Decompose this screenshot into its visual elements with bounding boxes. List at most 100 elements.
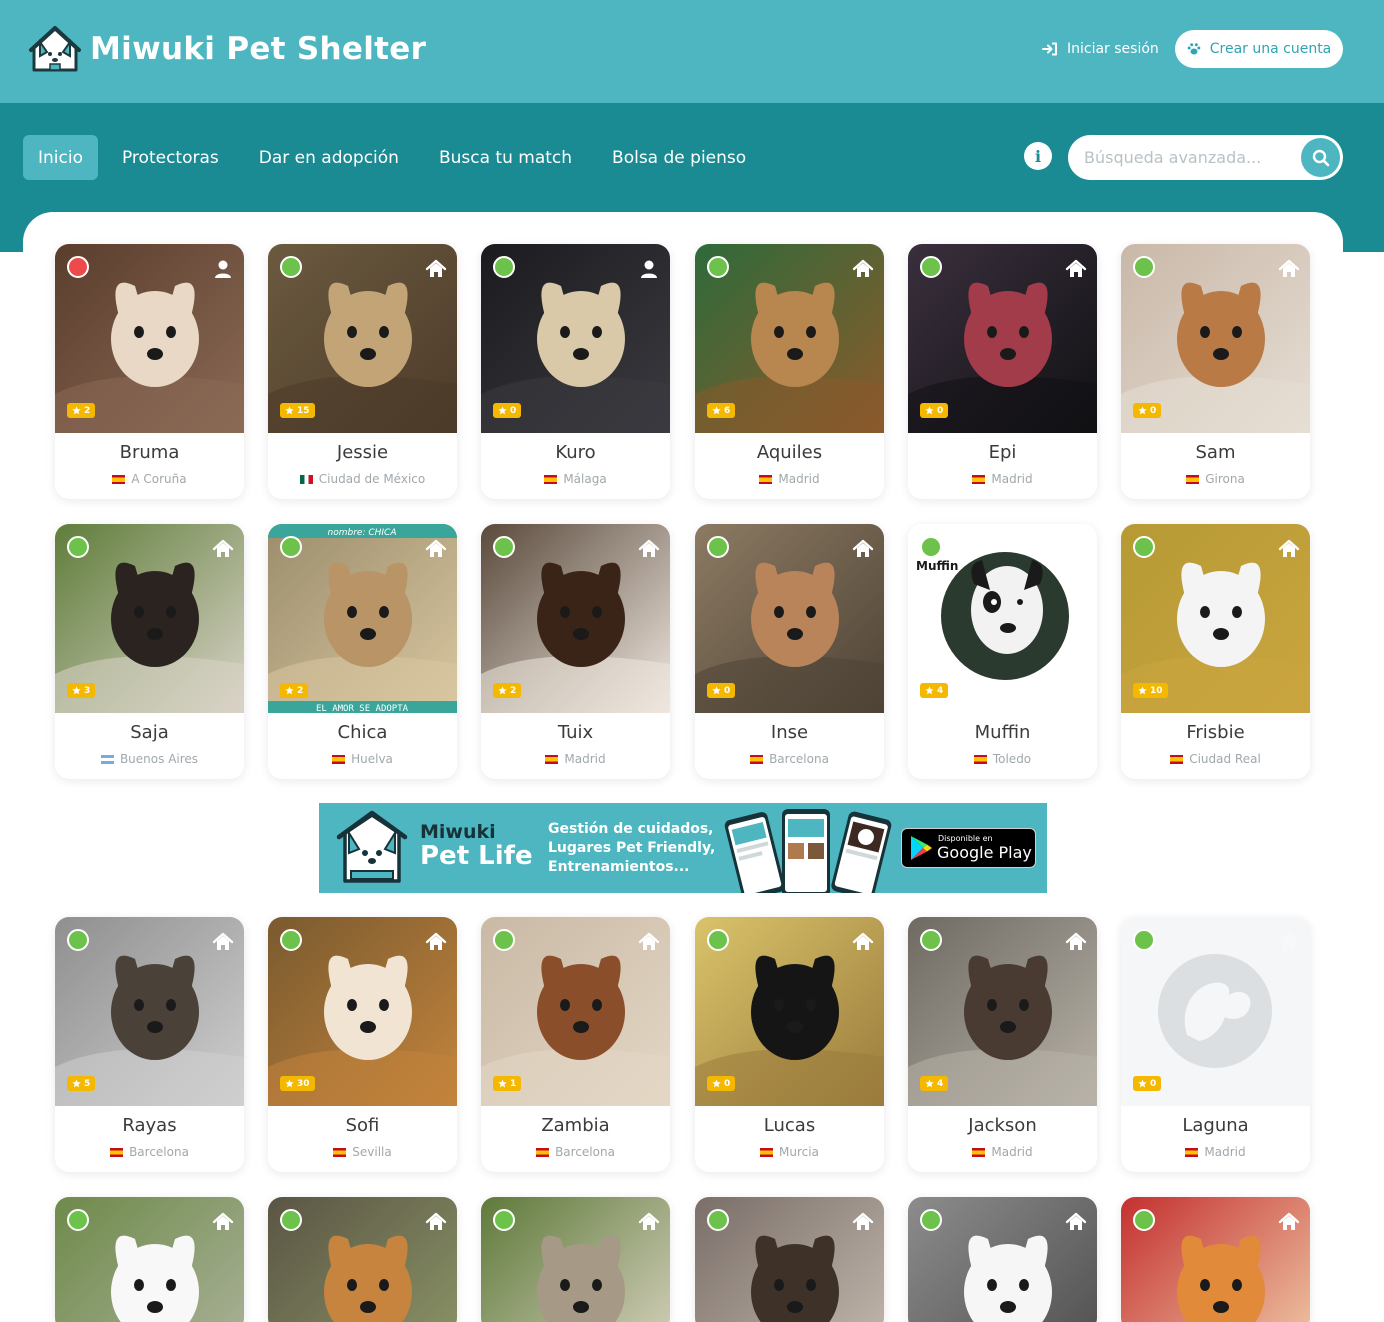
pet-card[interactable]: 5 Rayas Barcelona (55, 917, 244, 1172)
flag-icon (1170, 754, 1184, 764)
listing-type-indicator (212, 538, 234, 560)
pet-life-app-banner[interactable]: Miwuki Pet Life Gestión de cuidados, Lug… (319, 803, 1047, 893)
pet-location: Madrid (908, 1145, 1097, 1159)
home-icon (852, 259, 874, 277)
status-badge (280, 256, 302, 278)
star-icon (925, 406, 934, 415)
pet-life-logo-icon (336, 810, 408, 883)
status-badge (67, 1209, 89, 1231)
favorites-badge: 30 (280, 1076, 315, 1091)
pet-location: Barcelona (695, 752, 884, 766)
location-label: Ciudad Real (1189, 752, 1261, 766)
favorites-badge: 1 (493, 1076, 522, 1091)
flag-icon (332, 754, 346, 764)
pet-card[interactable]: 0 Sam Girona (1121, 244, 1310, 499)
favorites-count: 0 (724, 1078, 731, 1089)
brand-logo[interactable]: Miwuki Pet Shelter (28, 24, 426, 74)
signup-button[interactable]: Crear una cuenta (1175, 30, 1343, 68)
pet-card[interactable]: 2 Bruma A Coruña (55, 244, 244, 499)
pet-life-brand: Miwuki Pet Life (420, 821, 533, 871)
nav-item-dar-en-adopcion[interactable]: Dar en adopción (243, 135, 415, 180)
star-icon (712, 686, 721, 695)
pet-name: Zambia (541, 1115, 610, 1136)
pet-card[interactable] (695, 1197, 884, 1322)
location-label: Murcia (779, 1145, 819, 1159)
login-link[interactable]: Iniciar sesión (1042, 38, 1159, 60)
pet-name: Epi (988, 442, 1017, 463)
star-icon (285, 406, 294, 415)
top-header: Miwuki Pet Shelter Iniciar sesión Crear … (0, 0, 1384, 103)
listing-type-indicator (1278, 538, 1300, 560)
pet-location: Barcelona (481, 1145, 670, 1159)
favorites-badge: 0 (707, 683, 736, 698)
pet-card[interactable]: 10 Frisbie Ciudad Real (1121, 524, 1310, 779)
flag-icon (545, 754, 559, 764)
favorites-badge: 0 (920, 403, 949, 418)
pet-card[interactable] (481, 1197, 670, 1322)
pet-card[interactable] (1121, 1197, 1310, 1322)
pet-card[interactable]: Muffin 4 Muffin Toledo (908, 524, 1097, 779)
nav-item-inicio[interactable]: Inicio (23, 135, 98, 180)
user-icon (215, 260, 231, 278)
nav-item-protectoras[interactable]: Protectoras (106, 135, 235, 180)
listing-type-indicator (1278, 1211, 1300, 1233)
home-icon (1278, 259, 1300, 277)
star-icon (498, 686, 507, 695)
favorites-count: 5 (84, 1078, 91, 1089)
home-icon (638, 539, 660, 557)
pet-card[interactable]: 1 Zambia Barcelona (481, 917, 670, 1172)
pet-card[interactable] (908, 1197, 1097, 1322)
advanced-search (1068, 135, 1343, 180)
favorites-count: 0 (510, 405, 517, 416)
pet-card[interactable]: nombre: CHICA EL AMOR SE ADOPTA 2 Chica Huel… (268, 524, 457, 779)
pet-card[interactable]: 0 Laguna Madrid (1121, 917, 1310, 1172)
listing-type-indicator (212, 258, 234, 280)
pet-card[interactable]: 2 Tuix Madrid (481, 524, 670, 779)
favorites-count: 0 (1150, 405, 1157, 416)
favorites-badge: 2 (67, 403, 96, 418)
pet-card[interactable]: 6 Aquiles Madrid (695, 244, 884, 499)
status-badge (67, 256, 89, 278)
info-icon[interactable]: i (1024, 142, 1052, 170)
listing-type-indicator (852, 1211, 874, 1233)
pet-card[interactable]: 0 Epi Madrid (908, 244, 1097, 499)
status-badge (280, 1209, 302, 1231)
pet-card[interactable]: 0 Kuro Málaga (481, 244, 670, 499)
pet-location: A Coruña (55, 472, 244, 486)
favorites-count: 2 (510, 685, 517, 696)
home-icon (852, 932, 874, 950)
favorites-count: 30 (297, 1078, 310, 1089)
photo-caption: nombre: CHICA (328, 528, 397, 538)
sign-in-icon (1042, 42, 1057, 56)
status-badge (1133, 256, 1155, 278)
listing-type-indicator (1278, 258, 1300, 280)
pet-card[interactable]: 3 Saja Buenos Aires (55, 524, 244, 779)
pet-card[interactable] (268, 1197, 457, 1322)
favorites-count: 0 (937, 405, 944, 416)
pet-card[interactable]: 15 Jessie Ciudad de México (268, 244, 457, 499)
star-icon (72, 406, 81, 415)
home-icon (852, 1212, 874, 1230)
star-icon (1138, 406, 1147, 415)
search-button[interactable] (1301, 138, 1340, 177)
pet-card[interactable]: 0 Lucas Murcia (695, 917, 884, 1172)
pet-card[interactable]: 0 Inse Barcelona (695, 524, 884, 779)
home-icon (212, 539, 234, 557)
status-badge (707, 536, 729, 558)
home-icon (425, 539, 447, 557)
favorites-badge: 5 (67, 1076, 96, 1091)
nav-item-busca-tu-match[interactable]: Busca tu match (423, 135, 588, 180)
status-badge (920, 1209, 942, 1231)
search-input[interactable] (1084, 135, 1294, 180)
star-icon (1138, 1079, 1147, 1088)
location-label: Madrid (778, 472, 820, 486)
pet-name: Muffin (974, 722, 1031, 743)
pet-card[interactable]: 4 Jackson Madrid (908, 917, 1097, 1172)
listing-type-indicator (212, 931, 234, 953)
pet-card[interactable] (55, 1197, 244, 1322)
pet-card[interactable]: 30 Sofi Sevilla (268, 917, 457, 1172)
nav-item-bolsa-de-pienso[interactable]: Bolsa de pienso (596, 135, 762, 180)
star-icon (925, 686, 934, 695)
google-play-badge[interactable]: Disponible en Google Play (901, 828, 1036, 868)
favorites-badge: 3 (67, 683, 96, 698)
